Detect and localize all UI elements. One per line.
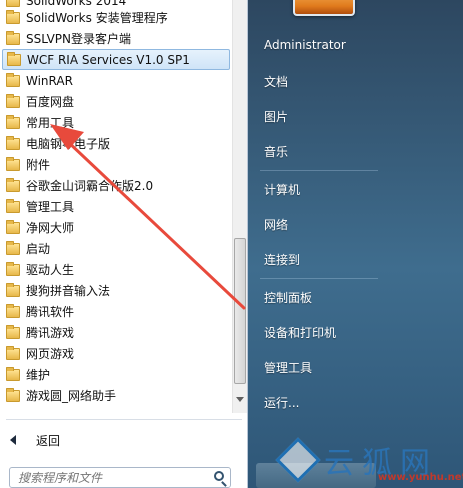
divider	[260, 170, 378, 171]
menu-item-control-panel[interactable]: 控制面板	[264, 289, 312, 306]
folder-icon	[7, 51, 21, 66]
user-avatar[interactable]	[293, 0, 355, 16]
menu-item-user[interactable]: Administrator	[264, 38, 346, 52]
program-folder-item[interactable]: 管理工具	[2, 196, 230, 217]
program-folder-item[interactable]: 净网大师	[2, 217, 230, 238]
folder-icon	[6, 366, 20, 381]
back-arrow-icon	[10, 435, 16, 445]
program-label: 常用工具	[26, 116, 75, 130]
program-label: 腾讯游戏	[26, 326, 75, 340]
program-label: 游戏圆_网络助手	[26, 389, 117, 403]
program-label: 腾讯软件	[26, 305, 75, 319]
search-icon[interactable]	[214, 471, 224, 481]
folder-icon	[6, 261, 20, 276]
folder-icon	[6, 9, 20, 24]
folder-icon	[6, 387, 20, 402]
folder-icon	[6, 324, 20, 339]
watermark-logo-icon	[275, 437, 321, 483]
back-label: 返回	[36, 433, 61, 448]
folder-icon	[6, 93, 20, 108]
folder-icon	[6, 114, 20, 129]
program-list: SolidWorks 2014 SolidWorks 安装管理程序 SSLVPN登录…	[0, 0, 232, 413]
divider	[6, 419, 242, 420]
folder-icon	[6, 198, 20, 213]
scroll-down-arrow-icon[interactable]	[236, 397, 244, 402]
program-folder-item[interactable]: SolidWorks 安装管理程序	[2, 7, 230, 28]
program-label: WinRAR	[26, 73, 73, 88]
program-label: 附件	[26, 158, 51, 172]
folder-icon	[6, 219, 20, 234]
program-folder-item[interactable]: WCF RIA Services V1.0 SP1	[2, 49, 230, 70]
program-label: 净网大师	[26, 221, 75, 235]
program-label: 网页游戏	[26, 347, 75, 361]
divider	[260, 278, 378, 279]
program-label: 启动	[26, 242, 51, 256]
menu-item-run[interactable]: 运行...	[264, 394, 299, 411]
watermark: 云狐网 www.yunhu.net	[275, 436, 463, 488]
folder-icon	[6, 156, 20, 171]
program-folder-item[interactable]: WinRAR	[2, 70, 230, 91]
program-label: 驱动人生	[26, 263, 75, 277]
program-folder-item[interactable]: 谷歌金山词霸合作版2.0	[2, 175, 230, 196]
program-folder-item[interactable]: 游戏圆_网络助手	[2, 385, 230, 406]
program-list-pane: SolidWorks 2014 SolidWorks 安装管理程序 SSLVPN登录…	[0, 0, 248, 488]
program-folder-item[interactable]: 附件	[2, 154, 230, 175]
program-folder-item[interactable]: 腾讯游戏	[2, 322, 230, 343]
program-folder-item[interactable]: 腾讯软件	[2, 301, 230, 322]
program-folder-item[interactable]: 常用工具	[2, 112, 230, 133]
menu-item-music[interactable]: 音乐	[264, 143, 288, 160]
folder-icon	[6, 0, 20, 7]
program-folder-item[interactable]: 启动	[2, 238, 230, 259]
program-label: 电脑钢琴电子版	[26, 137, 111, 151]
program-label: 管理工具	[26, 200, 75, 214]
menu-item-computer[interactable]: 计算机	[264, 181, 300, 198]
program-folder-item[interactable]: 百度网盘	[2, 91, 230, 112]
search-input[interactable]	[18, 470, 198, 485]
folder-icon	[6, 135, 20, 150]
program-label: 维护	[26, 368, 51, 382]
scrollbar-thumb[interactable]	[234, 238, 246, 384]
scrollbar[interactable]	[232, 0, 247, 413]
program-folder-item[interactable]: SSLVPN登录客户端	[2, 28, 230, 49]
folder-icon	[6, 177, 20, 192]
menu-item-connect-to[interactable]: 连接到	[264, 251, 300, 268]
program-folder-item[interactable]: 维护	[2, 364, 230, 385]
folder-icon	[6, 282, 20, 297]
program-folder-item[interactable]: 搜狗拼音输入法	[2, 280, 230, 301]
search-box[interactable]	[9, 467, 231, 488]
program-label: 谷歌金山词霸合作版2.0	[26, 179, 154, 193]
program-label: WCF RIA Services V1.0 SP1	[27, 52, 190, 67]
folder-icon	[6, 303, 20, 318]
menu-item-pictures[interactable]: 图片	[264, 108, 288, 125]
program-folder-item[interactable]: 驱动人生	[2, 259, 230, 280]
menu-item-network[interactable]: 网络	[264, 216, 288, 233]
folder-icon	[6, 72, 20, 87]
program-label: 搜狗拼音输入法	[26, 284, 111, 298]
back-button[interactable]: 返回	[4, 428, 234, 452]
program-label: SSLVPN登录客户端	[26, 32, 132, 46]
program-folder-item[interactable]: 电脑钢琴电子版	[2, 133, 230, 154]
folder-icon	[6, 345, 20, 360]
menu-item-admin-tools[interactable]: 管理工具	[264, 359, 312, 376]
program-label: 百度网盘	[26, 95, 75, 109]
program-folder-item[interactable]: 网页游戏	[2, 343, 230, 364]
folder-icon	[6, 240, 20, 255]
menu-item-devices-printers[interactable]: 设备和打印机	[264, 324, 336, 341]
watermark-url: www.yunhu.net	[378, 472, 463, 483]
folder-icon	[6, 30, 20, 45]
menu-item-documents[interactable]: 文档	[264, 73, 288, 90]
start-menu-right-pane: Administrator 文档 图片 音乐 计算机 网络 连接到 控制面板 设…	[248, 0, 463, 488]
program-label: SolidWorks 安装管理程序	[26, 11, 168, 25]
